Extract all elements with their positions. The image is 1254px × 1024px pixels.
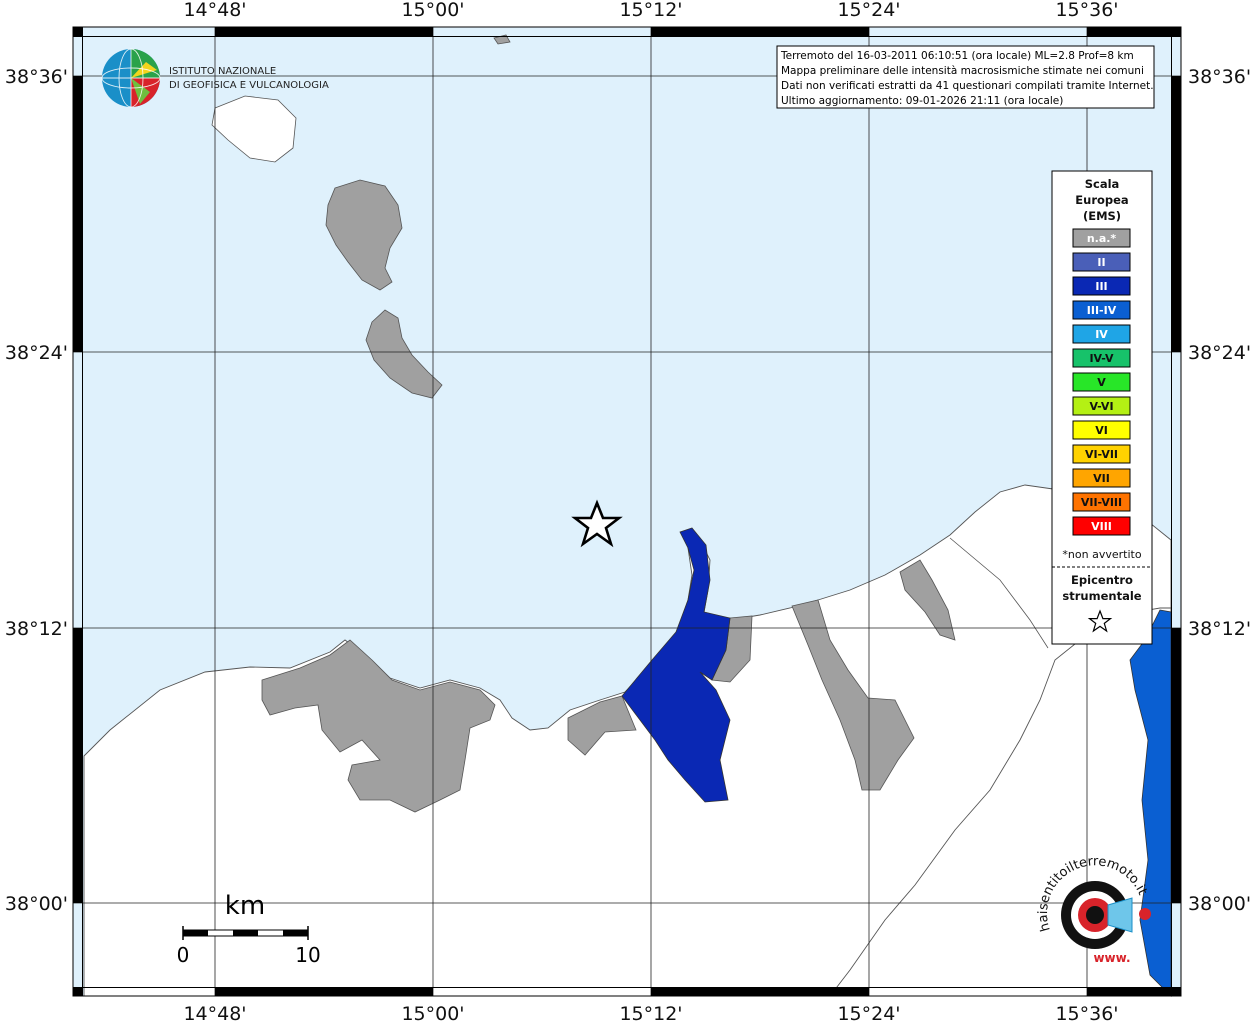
lat-label-right-4: 38°00' [1188, 893, 1251, 915]
lon-label-top-2: 15°00' [401, 0, 464, 21]
legend-note: *non avvertito [1062, 548, 1141, 561]
legend-swatch-label: IV-V [1089, 352, 1114, 365]
legend: Scala Europea (EMS) n.a.*IIIIIIII-IVIVIV… [1051, 170, 1153, 645]
legend-epicenter-2: strumentale [1062, 589, 1141, 603]
lat-label-left-4: 38°00' [5, 893, 68, 915]
legend-swatch-label: III-IV [1087, 304, 1117, 317]
lon-label-top-3: 15°12' [619, 0, 682, 21]
info-line-4: Ultimo aggiornamento: 09-01-2026 21:11 (… [781, 95, 1063, 107]
lon-label-bottom-2: 15°00' [401, 1003, 464, 1024]
lon-label-bottom-5: 15°36' [1055, 1003, 1118, 1024]
lon-label-top-5: 15°36' [1055, 0, 1118, 21]
legend-swatch-label: VII [1093, 472, 1110, 485]
info-box: Terremoto del 16-03-2011 06:10:51 (ora l… [776, 45, 1155, 109]
legend-swatch-label: II [1097, 256, 1105, 269]
macroseismic-map: 14°48' 15°00' 15°12' 15°24' 15°36' 14°48… [5, 0, 1251, 1024]
lat-label-left-1: 38°36' [5, 66, 68, 88]
legend-swatch-label: V-VI [1089, 400, 1113, 413]
lat-label-right-2: 38°24' [1188, 342, 1251, 364]
legend-swatch-label: VI [1095, 424, 1108, 437]
scale-unit: km [225, 891, 265, 921]
scale-end: 10 [295, 943, 320, 967]
legend-swatch-label: VIII [1091, 520, 1112, 533]
legend-title-1: Scala [1085, 177, 1120, 191]
lon-label-top-4: 15°24' [837, 0, 900, 21]
lon-label-bottom-4: 15°24' [837, 1003, 900, 1024]
lon-label-bottom-3: 15°12' [619, 1003, 682, 1024]
institute-name-line1: ISTITUTO NAZIONALE [169, 66, 276, 77]
info-line-2: Mappa preliminare delle intensità macros… [781, 65, 1144, 77]
scale-start: 0 [177, 943, 190, 967]
legend-swatch-label: VII-VIII [1081, 496, 1122, 509]
lat-label-right-3: 38°12' [1188, 618, 1251, 640]
institute-name-line2: DI GEOFISICA E VULCANOLOGIA [169, 80, 329, 91]
legend-epicenter-1: Epicentro [1071, 573, 1133, 587]
legend-swatch-label: III [1095, 280, 1107, 293]
watermark-url: www. [1093, 951, 1130, 965]
legend-title-2: Europea [1075, 193, 1128, 207]
lat-label-left-2: 38°24' [5, 342, 68, 364]
info-line-3: Dati non verificati estratti da 41 quest… [781, 80, 1154, 92]
legend-swatch-label: n.a.* [1087, 232, 1117, 245]
legend-swatch-label: V [1097, 376, 1106, 389]
legend-swatch-label: VI-VII [1085, 448, 1118, 461]
legend-swatch-label: IV [1095, 328, 1108, 341]
lat-label-left-3: 38°12' [5, 618, 68, 640]
info-line-1: Terremoto del 16-03-2011 06:10:51 (ora l… [780, 50, 1134, 62]
legend-title-3: (EMS) [1083, 209, 1121, 223]
lon-label-bottom-1: 14°48' [183, 1003, 246, 1024]
lat-label-right-1: 38°36' [1188, 66, 1251, 88]
lon-label-top-1: 14°48' [183, 0, 246, 21]
